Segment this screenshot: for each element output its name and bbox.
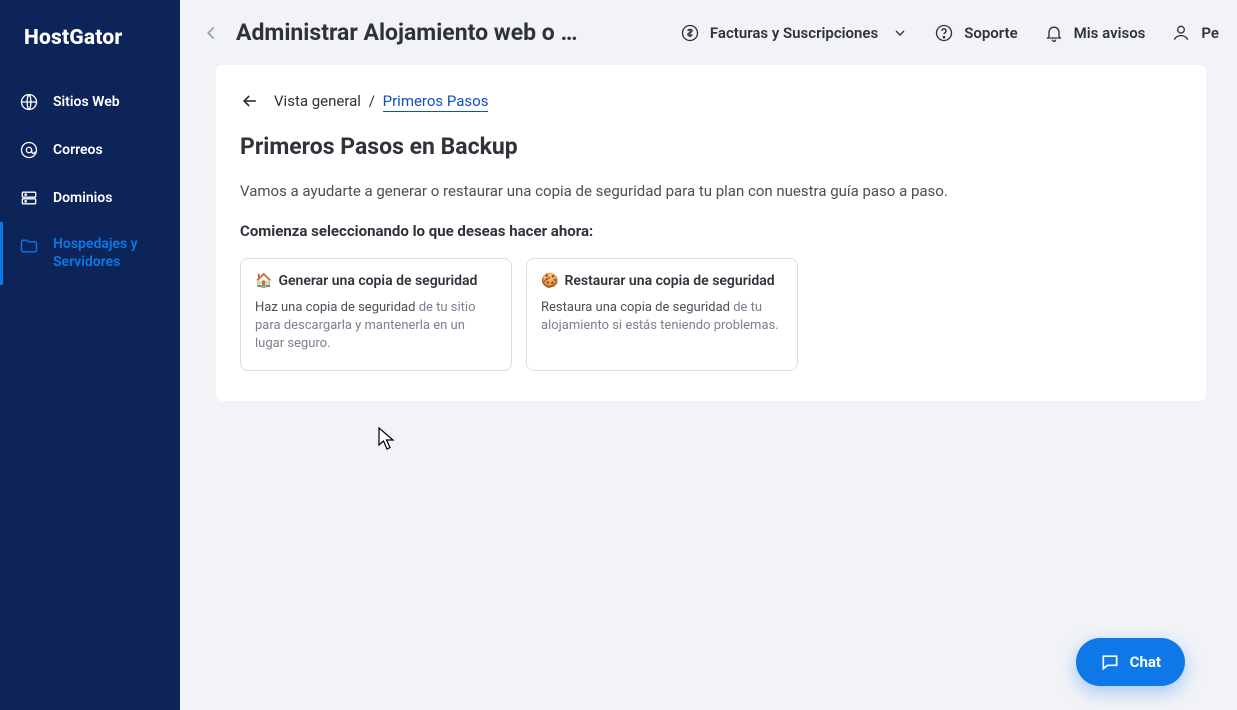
card-title-text: Generar una copia de seguridad (278, 273, 477, 289)
globe-icon (19, 92, 39, 112)
topbar-notifications-label: Mis avisos (1074, 24, 1146, 42)
folder-icon (19, 236, 39, 256)
sidebar: HostGator Sitios Web Correos Dominios Ho… (0, 0, 180, 710)
topbar-back-button[interactable] (200, 22, 222, 44)
breadcrumb: Vista general / Primeros Pasos (274, 92, 488, 110)
bell-icon (1044, 23, 1064, 43)
card-generate-backup[interactable]: 🏠 Generar una copia de seguridad Haz una… (240, 258, 512, 371)
restore-icon: 🍪 (541, 273, 558, 289)
section-subheading: Comienza seleccionando lo que deseas hac… (240, 222, 1182, 240)
server-icon (19, 188, 39, 208)
topbar-profile[interactable]: Pe (1165, 15, 1219, 51)
sidebar-item-mail[interactable]: Correos (0, 126, 180, 174)
card-restore-backup[interactable]: 🍪 Restaurar una copia de seguridad Resta… (526, 258, 798, 371)
chat-icon (1100, 652, 1120, 672)
sidebar-nav: Sitios Web Correos Dominios Hospedajes y… (0, 78, 180, 285)
sidebar-item-label: Correos (53, 142, 103, 158)
topbar-billing[interactable]: Facturas y Suscripciones (674, 15, 914, 51)
help-circle-icon (934, 23, 954, 43)
section-title: Primeros Pasos en Backup (240, 133, 1182, 160)
page-title: Administrar Alojamiento web o … (236, 19, 578, 46)
topbar-notifications[interactable]: Mis avisos (1038, 15, 1152, 51)
card-title: 🍪 Restaurar una copia de seguridad (541, 273, 783, 289)
dollar-circle-icon (680, 23, 700, 43)
breadcrumb-back-button[interactable] (240, 91, 260, 111)
sidebar-item-label: Dominios (53, 190, 112, 206)
option-cards: 🏠 Generar una copia de seguridad Haz una… (240, 258, 1182, 371)
breadcrumb-row: Vista general / Primeros Pasos (240, 91, 1182, 111)
topbar-support[interactable]: Soporte (928, 15, 1023, 51)
section-description: Vamos a ayudarte a generar o restaurar u… (240, 182, 1182, 200)
topbar-support-label: Soporte (964, 24, 1017, 42)
sidebar-item-label: Sitios Web (53, 94, 120, 110)
at-icon (19, 140, 39, 160)
chat-button[interactable]: Chat (1076, 638, 1185, 686)
sidebar-item-domains[interactable]: Dominios (0, 174, 180, 222)
content-card: Vista general / Primeros Pasos Primeros … (216, 65, 1206, 401)
house-icon: 🏠 (255, 273, 272, 289)
mouse-cursor-icon (378, 427, 396, 451)
chevron-down-icon (892, 25, 908, 41)
topbar: Administrar Alojamiento web o … Facturas… (180, 0, 1237, 65)
topbar-billing-label: Facturas y Suscripciones (710, 24, 878, 42)
card-description: Restaura una copia de seguridad de tu al… (541, 299, 783, 335)
breadcrumb-root[interactable]: Vista general (274, 92, 361, 110)
sidebar-item-label: Hospedajes y Servidores (53, 236, 164, 271)
sidebar-item-hosting[interactable]: Hospedajes y Servidores (0, 222, 180, 285)
card-description: Haz una copia de seguridad de tu sitio p… (255, 299, 497, 354)
sidebar-item-sites[interactable]: Sitios Web (0, 78, 180, 126)
card-title-text: Restaurar una copia de seguridad (564, 273, 774, 289)
user-icon (1171, 23, 1191, 43)
brand-logo: HostGator (0, 0, 180, 78)
card-title: 🏠 Generar una copia de seguridad (255, 273, 497, 289)
breadcrumb-current: Primeros Pasos (383, 92, 489, 112)
chat-label: Chat (1130, 653, 1161, 671)
topbar-profile-label: Pe (1201, 24, 1219, 42)
breadcrumb-separator: / (365, 92, 379, 110)
